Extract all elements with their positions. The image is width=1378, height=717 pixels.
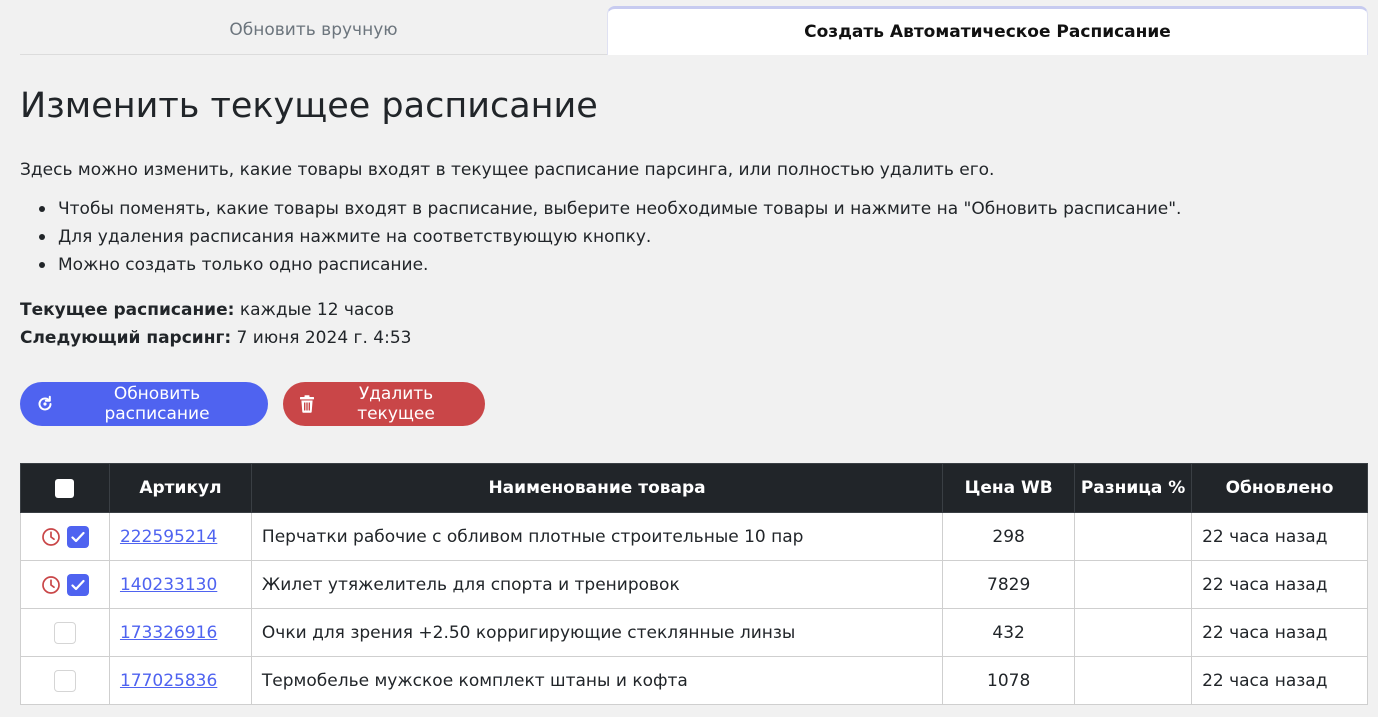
column-header-updated[interactable]: Обновлено xyxy=(1191,463,1368,513)
select-all-checkbox[interactable] xyxy=(55,478,75,498)
updated-cell: 22 часа назад xyxy=(1191,560,1368,609)
product-name-cell: Жилет утяжелитель для спорта и тренирово… xyxy=(250,560,944,609)
page-title: Изменить текущее расписание xyxy=(20,86,598,126)
updated-cell: 22 часа назад xyxy=(1191,512,1368,561)
select-all-cell xyxy=(20,463,110,513)
article-link[interactable]: 173326916 xyxy=(120,623,217,643)
delete-schedule-label: Удалить текущее xyxy=(357,384,435,424)
row-select-cell xyxy=(20,560,110,609)
delete-schedule-button[interactable]: Удалить текущее xyxy=(283,382,485,426)
column-header-name[interactable]: Наименование товара xyxy=(250,463,944,513)
column-header-article[interactable]: Артикул xyxy=(108,463,252,513)
checkmark-icon xyxy=(71,531,85,542)
article-cell: 173326916 xyxy=(108,608,252,657)
column-header-price[interactable]: Цена WB xyxy=(942,463,1076,513)
tab-auto-schedule[interactable]: Создать Автоматическое Расписание xyxy=(607,6,1368,55)
article-link[interactable]: 140233130 xyxy=(120,575,217,595)
price-cell: 298 xyxy=(942,512,1076,561)
price-cell: 432 xyxy=(942,608,1076,657)
product-name-cell: Перчатки рабочие с обливом плотные строи… xyxy=(250,512,944,561)
update-schedule-label: Обновить расписание xyxy=(104,384,210,424)
product-name-cell: Очки для зрения +2.50 корригирующие стек… xyxy=(250,608,944,657)
instruction-item: Чтобы поменять, какие товары входят в ра… xyxy=(20,198,1181,226)
row-checkbox[interactable] xyxy=(66,525,89,548)
update-schedule-button[interactable]: Обновить расписание xyxy=(20,382,268,426)
diff-cell xyxy=(1074,608,1193,657)
next-parse-label: Следующий парсинг: xyxy=(20,328,232,348)
row-select-cell xyxy=(20,608,110,657)
checkmark-icon xyxy=(71,579,85,590)
table-header-row: Артикул Наименование товара Цена WB Разн… xyxy=(20,463,1368,513)
article-cell: 140233130 xyxy=(108,560,252,609)
current-schedule-value: каждые 12 часов xyxy=(239,300,395,320)
row-checkbox[interactable] xyxy=(53,669,76,692)
price-cell: 7829 xyxy=(942,560,1076,609)
article-link[interactable]: 177025836 xyxy=(120,671,217,691)
diff-cell xyxy=(1074,656,1193,705)
column-header-diff[interactable]: Разница % xyxy=(1074,463,1193,513)
article-cell: 222595214 xyxy=(108,512,252,561)
trash-icon xyxy=(300,395,314,413)
instruction-item: Для удаления расписания нажмите на соотв… xyxy=(20,226,1181,254)
diff-cell xyxy=(1074,512,1193,561)
refresh-icon xyxy=(38,395,52,411)
diff-cell xyxy=(1074,560,1193,609)
next-parse-info: Следующий парсинг: 7 июня 2024 г. 4:53 xyxy=(20,328,411,348)
tab-bar: Обновить вручную Создать Автоматическое … xyxy=(20,6,1368,55)
article-link[interactable]: 222595214 xyxy=(120,527,217,547)
updated-cell: 22 часа назад xyxy=(1191,656,1368,705)
row-checkbox[interactable] xyxy=(53,621,76,644)
table-row: 222595214 Перчатки рабочие с обливом пло… xyxy=(20,512,1368,561)
current-schedule-label: Текущее расписание: xyxy=(20,300,235,320)
table-row: 140233130 Жилет утяжелитель для спорта и… xyxy=(20,560,1368,609)
updated-cell: 22 часа назад xyxy=(1191,608,1368,657)
table-row: 177025836 Термобелье мужское комплект шт… xyxy=(20,656,1368,705)
instruction-item: Можно создать только одно расписание. xyxy=(20,254,1181,282)
product-name-cell: Термобелье мужское комплект штаны и кофт… xyxy=(250,656,944,705)
instructions-list: Чтобы поменять, какие товары входят в ра… xyxy=(20,198,1181,282)
price-cell: 1078 xyxy=(942,656,1076,705)
row-checkbox[interactable] xyxy=(66,573,89,596)
clock-icon xyxy=(42,575,60,594)
tab-manual-update[interactable]: Обновить вручную xyxy=(20,6,607,55)
row-select-cell xyxy=(20,512,110,561)
clock-icon xyxy=(42,527,60,546)
page-description: Здесь можно изменить, какие товары входя… xyxy=(20,160,995,180)
products-table: Артикул Наименование товара Цена WB Разн… xyxy=(20,463,1368,705)
article-cell: 177025836 xyxy=(108,656,252,705)
next-parse-value: 7 июня 2024 г. 4:53 xyxy=(236,328,412,348)
table-row: 173326916 Очки для зрения +2.50 корригир… xyxy=(20,608,1368,657)
row-select-cell xyxy=(20,656,110,705)
current-schedule-info: Текущее расписание: каждые 12 часов xyxy=(20,300,394,320)
